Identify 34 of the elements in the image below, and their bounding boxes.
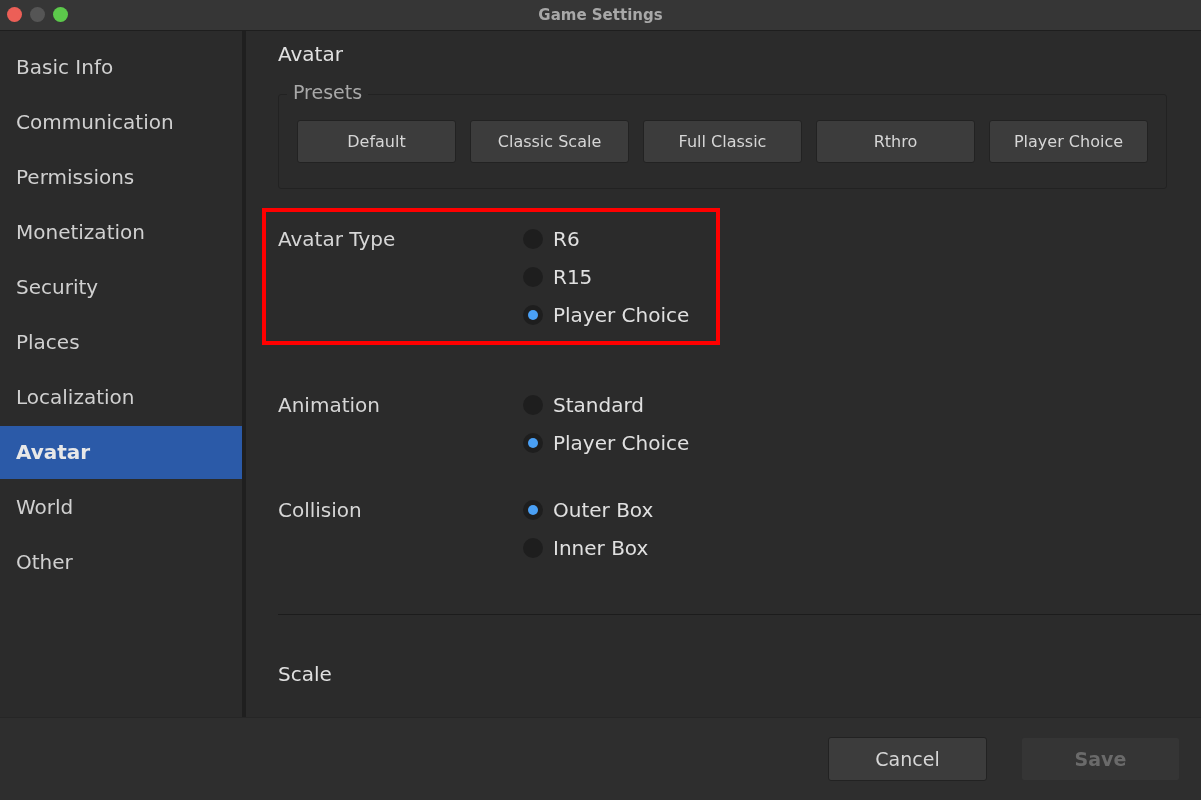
cancel-button[interactable]: Cancel (828, 737, 987, 781)
sidebar-item[interactable]: Permissions (0, 150, 242, 205)
section-heading: Scale (278, 661, 333, 688)
sidebar-item[interactable]: Other (0, 535, 242, 590)
sidebar-item[interactable]: Basic Info (0, 40, 242, 95)
preset-button[interactable]: Player Choice (989, 120, 1148, 163)
preset-button[interactable]: Default (297, 120, 456, 163)
radio-button[interactable] (523, 500, 543, 520)
close-icon[interactable] (7, 7, 22, 22)
preset-button[interactable]: Full Classic (643, 120, 802, 163)
setting-label: Animation (278, 392, 381, 419)
sidebar-item[interactable]: World (0, 480, 242, 535)
setting-label: Collision (278, 497, 363, 524)
radio-label[interactable]: Outer Box (553, 498, 654, 522)
radio-button[interactable] (523, 305, 543, 325)
preset-button[interactable]: Classic Scale (470, 120, 629, 163)
sidebar-item[interactable]: Monetization (0, 205, 242, 260)
window-title: Game Settings (538, 6, 663, 24)
sidebar-item[interactable]: Localization (0, 370, 242, 425)
radio-label[interactable]: R6 (553, 227, 580, 251)
sidebar-item[interactable]: Places (0, 315, 242, 370)
radio-label[interactable]: Player Choice (553, 431, 690, 455)
radio-label[interactable]: Inner Box (553, 536, 649, 560)
radio-label[interactable]: Standard (553, 393, 644, 417)
sidebar-item[interactable]: Communication (0, 95, 242, 150)
section-heading: Avatar (278, 41, 344, 68)
radio-button[interactable] (523, 433, 543, 453)
sidebar-item[interactable]: Security (0, 260, 242, 315)
preset-button[interactable]: Rthro (816, 120, 975, 163)
radio-label[interactable]: Player Choice (553, 303, 690, 327)
sidebar-item[interactable]: Avatar (0, 426, 242, 479)
zoom-icon[interactable] (53, 7, 68, 22)
setting-label: Avatar Type (278, 226, 397, 253)
radio-label[interactable]: R15 (553, 265, 593, 289)
